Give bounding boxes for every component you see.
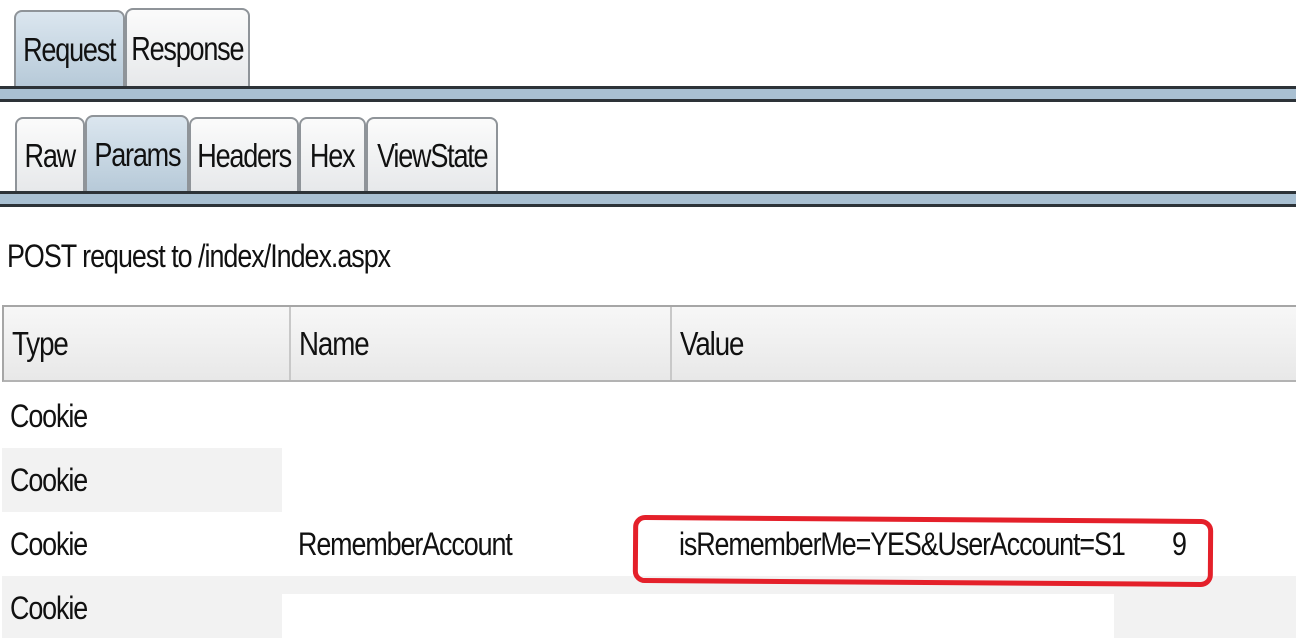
tab-viewstate-label: ViewState [376, 137, 489, 174]
tab-viewstate[interactable]: ViewState [366, 117, 498, 193]
sub-tab-divider-lower [0, 204, 1296, 207]
annotation-highlight [632, 514, 1214, 588]
cell-name: RememberAccount [298, 525, 513, 562]
column-header-value[interactable]: Value [672, 307, 1294, 380]
tab-request-label: Request [23, 31, 116, 68]
table-row[interactable]: Cookie [2, 448, 1296, 512]
cell-type: Cookie [10, 397, 88, 434]
tab-request[interactable]: Request [14, 10, 125, 88]
tab-headers-label: Headers [197, 137, 292, 174]
top-tab-underline [0, 89, 1296, 99]
top-tab-divider-lower [0, 99, 1296, 102]
redaction-block [282, 594, 1114, 638]
tab-raw[interactable]: Raw [15, 117, 85, 193]
params-table: Type Name Value Cookie Cookie Cookie Rem… [2, 305, 1296, 638]
tab-hex-label: Hex [310, 137, 356, 174]
tab-params-label: Params [94, 136, 181, 173]
cell-type: Cookie [10, 461, 88, 498]
table-row[interactable]: Cookie [2, 384, 1296, 448]
cell-type: Cookie [10, 589, 88, 626]
request-summary: POST request to /index/Index.aspx [7, 238, 391, 274]
tab-params[interactable]: Params [85, 115, 189, 193]
tab-headers[interactable]: Headers [189, 117, 299, 193]
column-header-name[interactable]: Name [291, 307, 672, 380]
redaction-block [282, 448, 1296, 512]
tab-hex[interactable]: Hex [299, 117, 366, 193]
sub-tab-underline [0, 194, 1296, 204]
cell-type: Cookie [10, 525, 88, 562]
tab-response[interactable]: Response [125, 8, 250, 88]
table-header: Type Name Value [2, 305, 1296, 382]
tab-response-label: Response [131, 30, 244, 67]
column-header-type[interactable]: Type [4, 307, 291, 380]
tab-raw-label: Raw [24, 137, 77, 174]
